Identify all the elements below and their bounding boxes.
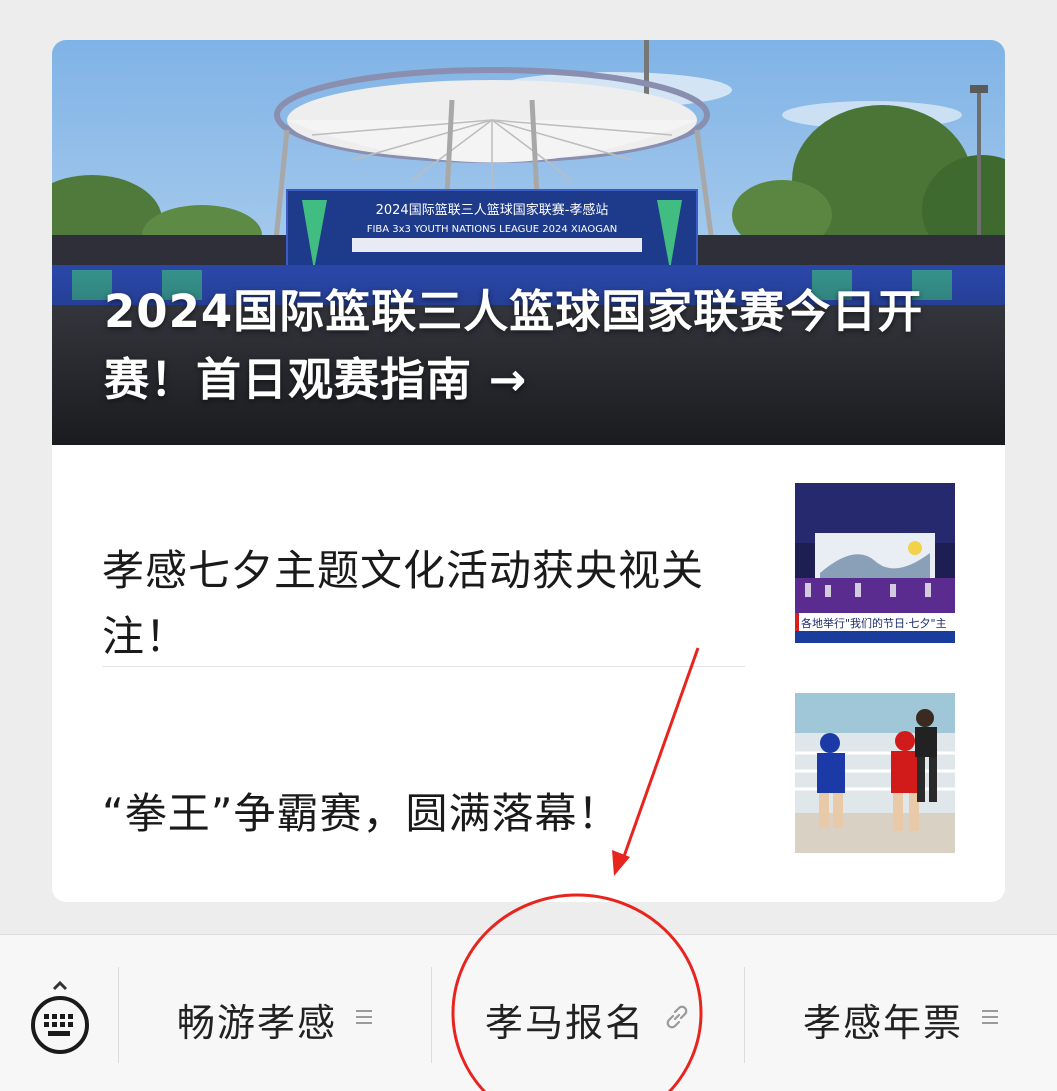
article-thumbnail: 各地举行"我们的节日·七夕"主 <box>795 483 955 643</box>
article-list-item[interactable]: “拳王”争霸赛，圆满落幕！ <box>102 693 955 893</box>
article-title: “拳王”争霸赛，圆满落幕！ <box>102 789 621 838</box>
banner-text-2: FIBA 3x3 YOUTH NATIONS LEAGUE 2024 XIAOG… <box>367 224 618 235</box>
divider <box>102 666 745 667</box>
menu-item-marathon-signup[interactable]: 孝马报名 <box>432 989 744 1049</box>
banner-text-1: 2024国际篮联三人篮球国家联赛-孝感站 <box>376 202 609 218</box>
chat-screen: 2024国际篮联三人篮球国家联赛-孝感站 FIBA 3x3 YOUTH NATI… <box>0 0 1057 1091</box>
article-card: 2024国际篮联三人篮球国家联赛-孝感站 FIBA 3x3 YOUTH NATI… <box>52 40 1005 902</box>
article-title: 孝感七夕主题文化活动获央视关注！ <box>102 546 705 661</box>
article-list-item[interactable]: 孝感七夕主题文化活动获央视关注！ 各地举行"我们的节日·七夕"主 <box>102 483 955 707</box>
thumbnail-caption: 各地举行"我们的节日·七夕"主 <box>801 616 947 630</box>
menu-item-travel[interactable]: 畅游孝感 <box>120 989 430 1049</box>
submenu-icon <box>355 1008 373 1030</box>
keyboard-toggle-button[interactable] <box>26 979 94 1059</box>
article-thumbnail <box>795 693 955 853</box>
headline-article[interactable]: 2024国际篮联三人篮球国家联赛-孝感站 FIBA 3x3 YOUTH NATI… <box>52 40 1005 445</box>
headline-title: 2024国际篮联三人篮球国家联赛今日开赛！首日观赛指南 → <box>104 285 924 406</box>
custom-menu-bar: 畅游孝感 孝马报名 孝感年票 <box>0 934 1057 1091</box>
keyboard-icon <box>31 980 89 1054</box>
submenu-icon <box>981 1008 999 1030</box>
menu-item-label: 畅游孝感 <box>176 1000 337 1045</box>
menu-item-annual-ticket[interactable]: 孝感年票 <box>745 989 1057 1049</box>
menu-separator <box>118 967 119 1063</box>
link-icon <box>663 1003 691 1035</box>
menu-item-label: 孝马报名 <box>484 1000 645 1045</box>
menu-item-label: 孝感年票 <box>802 1000 963 1045</box>
